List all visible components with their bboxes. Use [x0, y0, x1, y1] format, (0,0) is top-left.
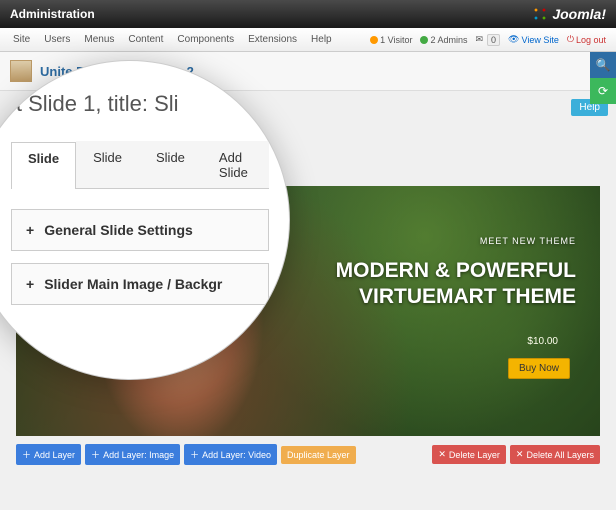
status-admins[interactable]: 2 Admins: [416, 35, 471, 45]
delete-layer-button[interactable]: ✕ Delete Layer: [432, 445, 506, 464]
preview-text: MEET NEW THEME MODERN & POWERFUL VIRTUEM…: [336, 236, 576, 311]
add-layer-button[interactable]: Add Layer: [16, 444, 81, 465]
plus-icon: [91, 448, 100, 461]
joomla-logo: Joomla!: [532, 6, 606, 22]
add-layer-video-button[interactable]: Add Layer: Video: [184, 444, 277, 465]
power-icon: [567, 34, 574, 45]
duplicate-layer-button[interactable]: Duplicate Layer: [281, 446, 356, 464]
preview-heading-2: VIRTUEMART THEME: [336, 284, 576, 310]
admin-topbar: Administration Joomla!: [0, 0, 616, 28]
menu-components[interactable]: Components: [170, 34, 241, 45]
preview-price: $10.00: [527, 336, 558, 347]
logout-link[interactable]: Log out: [563, 34, 610, 45]
accordion-label: Slider Main Image / Backgr: [44, 276, 222, 292]
visitor-icon: [370, 36, 378, 44]
accordion-main-image[interactable]: + Slider Main Image / Backgr: [11, 263, 269, 305]
delete-all-layers-button[interactable]: ✕ Delete All Layers: [510, 445, 600, 464]
slide-tabs: Slide Slide Slide Add Slide: [11, 141, 269, 189]
tab-add-slide[interactable]: Add Slide: [202, 141, 269, 188]
add-layer-image-button[interactable]: Add Layer: Image: [85, 444, 180, 465]
buy-now-button[interactable]: Buy Now: [508, 358, 570, 379]
main-menu: Site Users Menus Content Components Exte…: [0, 28, 616, 52]
plus-icon: [190, 448, 199, 461]
eye-icon: [508, 34, 519, 45]
status-visitors[interactable]: 1 Visitor: [366, 35, 416, 45]
tab-slide-1[interactable]: Slide: [11, 142, 76, 189]
view-site-link[interactable]: View Site: [504, 34, 563, 45]
tab-slide-3[interactable]: Slide: [139, 141, 202, 188]
plus-icon: [22, 448, 31, 461]
status-messages[interactable]: ✉0: [471, 34, 504, 46]
expand-icon: +: [26, 222, 34, 238]
accordion-label: General Slide Settings: [44, 222, 193, 238]
menu-extensions[interactable]: Extensions: [241, 34, 304, 45]
preview-heading-1: MODERN & POWERFUL: [336, 258, 576, 284]
joomla-icon: [532, 6, 548, 22]
menu-help[interactable]: Help: [304, 34, 339, 45]
page-title: it Slide 1, title: Sli: [11, 91, 269, 117]
menu-menus[interactable]: Menus: [77, 34, 121, 45]
side-search-button[interactable]: [590, 52, 616, 78]
app-title: Administration: [10, 7, 532, 21]
brand-text: Joomla!: [552, 6, 606, 22]
side-action-buttons: [590, 52, 616, 104]
side-refresh-button[interactable]: [590, 78, 616, 104]
expand-icon: +: [26, 276, 34, 292]
accordion-general-settings[interactable]: + General Slide Settings: [11, 209, 269, 251]
tab-slide-2[interactable]: Slide: [76, 141, 139, 188]
layer-toolbar: Add Layer Add Layer: Image Add Layer: Vi…: [8, 436, 608, 473]
preview-subtitle: MEET NEW THEME: [336, 236, 576, 246]
menu-users[interactable]: Users: [37, 34, 77, 45]
admin-icon: [420, 36, 428, 44]
menu-content[interactable]: Content: [121, 34, 170, 45]
menu-site[interactable]: Site: [6, 34, 37, 45]
component-icon: [10, 60, 32, 82]
